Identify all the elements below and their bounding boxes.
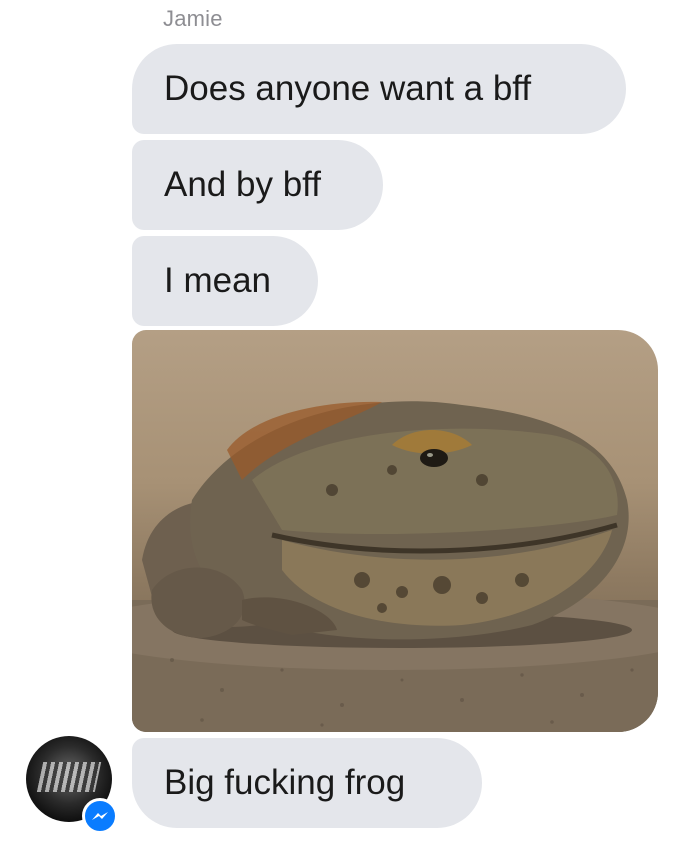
frog-photo-message[interactable] [132,330,658,732]
frog-photo [132,401,658,732]
messenger-icon [82,798,118,834]
message-bubble-3[interactable]: I mean [132,236,318,326]
avatar-image [36,762,102,792]
message-bubble-4[interactable]: Big fucking frog [132,738,482,828]
message-bubble-2[interactable]: And by bff [132,140,383,230]
message-bubble-1[interactable]: Does anyone want a bff [132,44,626,134]
sender-name: Jamie [163,6,223,31]
